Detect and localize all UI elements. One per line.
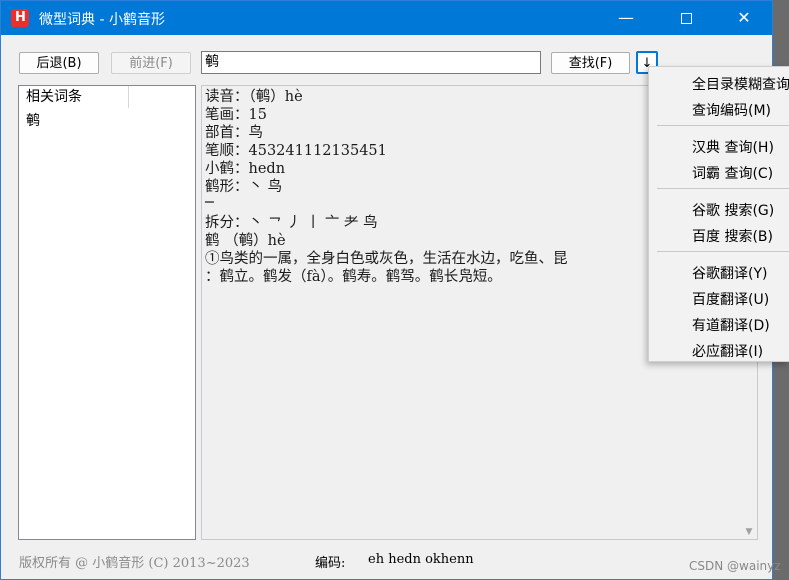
menu-item-google-search[interactable]: 谷歌 搜索(G) bbox=[692, 200, 774, 220]
menu-item-baidu-search[interactable]: 百度 搜索(B) bbox=[692, 226, 773, 246]
xiaohe-code-line: 小鹤：hedn bbox=[205, 161, 286, 177]
scroll-down-icon[interactable]: ▼ bbox=[743, 523, 755, 537]
menu-item-google-translate[interactable]: 谷歌翻译(Y) bbox=[692, 263, 767, 283]
list-item[interactable]: 鹌 bbox=[26, 110, 40, 130]
stroke-order-line: 笔顺：453241112135451 bbox=[205, 143, 387, 159]
back-button[interactable]: 后退(B) bbox=[19, 52, 99, 74]
code-label: 编码: bbox=[315, 556, 346, 571]
menu-item-youdao-translate[interactable]: 有道翻译(D) bbox=[692, 315, 770, 335]
examples-line: ：鹤立。鹤发（fà）。鹤寿。鹤驾。鹤长凫短。 bbox=[205, 269, 502, 285]
column-header[interactable]: 相关词条 bbox=[19, 86, 129, 108]
app-icon: H bbox=[11, 9, 29, 27]
menu-separator bbox=[657, 125, 789, 126]
menu-item-fuzzy-search[interactable]: 全目录模糊查询 bbox=[692, 74, 789, 94]
window-title: 微型词典 - 小鹤音形 bbox=[39, 12, 165, 28]
menu-item-iciba[interactable]: 词霸 查询(C) bbox=[692, 163, 773, 183]
shape-line: 鹤形：丶 鸟 bbox=[205, 179, 283, 195]
maximize-button[interactable] bbox=[663, 1, 709, 35]
forward-button[interactable]: 前进(F) bbox=[111, 52, 191, 74]
search-input[interactable]: 鹌 bbox=[201, 51, 541, 74]
watermark: CSDN @wainyz bbox=[689, 559, 781, 573]
title-bar[interactable]: H 微型词典 - 小鹤音形 — ✕ bbox=[1, 1, 772, 35]
decomposition-line: 拆分：丶 ㇖ 丿 丨 亠 耂 鸟 bbox=[205, 215, 378, 231]
close-button[interactable]: ✕ bbox=[721, 1, 767, 35]
menu-item-query-code[interactable]: 查询编码(M) bbox=[692, 100, 771, 120]
radical-line: 部首：鸟 bbox=[205, 125, 263, 141]
menu-item-bing-translate[interactable]: 必应翻译(I) bbox=[692, 341, 763, 361]
menu-item-handian[interactable]: 汉典 查询(H) bbox=[692, 137, 774, 157]
code-value: eh hedn okhenn bbox=[368, 552, 474, 567]
minimize-button[interactable]: — bbox=[603, 1, 649, 35]
related-entries-list[interactable]: 相关词条 鹌 bbox=[18, 85, 196, 540]
menu-separator bbox=[657, 188, 789, 189]
pronunciation-line: 读音：（鹌）hè bbox=[205, 89, 303, 105]
find-button[interactable]: 查找(F) bbox=[551, 52, 630, 74]
dropdown-menu: 全目录模糊查询 查询编码(M) 汉典 查询(H) 词霸 查询(C) 谷歌 搜索(… bbox=[648, 66, 789, 362]
stroke-count-line: 笔画：15 bbox=[205, 107, 267, 123]
copyright-text: 版权所有 @ 小鹤音形 (C) 2013~2023 bbox=[19, 556, 250, 571]
menu-item-baidu-translate[interactable]: 百度翻译(U) bbox=[692, 289, 769, 309]
menu-separator bbox=[657, 251, 789, 252]
shape-extra-line: ─ bbox=[205, 195, 214, 211]
definition-line: ①鸟类的一属，全身白色或灰色，生活在水边，吃鱼、昆 bbox=[205, 251, 568, 267]
headword-line: 鹤 （鹌）hè bbox=[205, 233, 286, 249]
maximize-icon bbox=[680, 13, 692, 24]
